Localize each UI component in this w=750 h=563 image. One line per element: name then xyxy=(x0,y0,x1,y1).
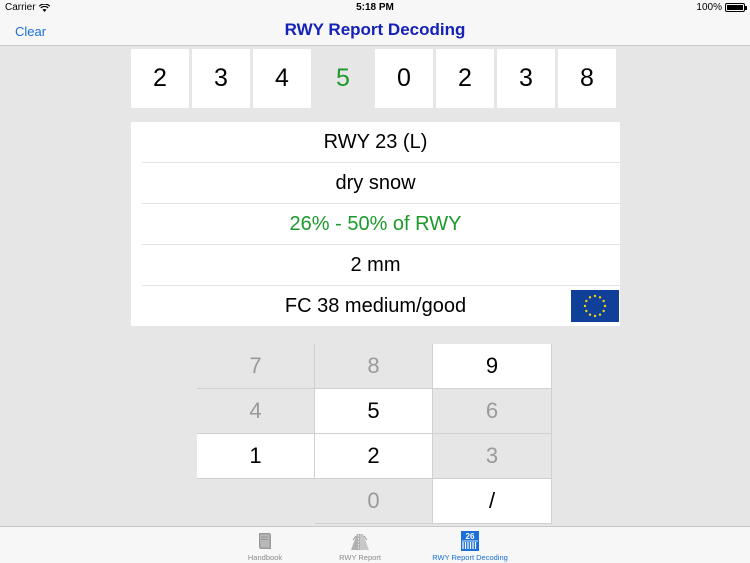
digit-box[interactable]: 4 xyxy=(253,49,311,108)
page-title: RWY Report Decoding xyxy=(284,20,466,39)
digit-box[interactable]: 3 xyxy=(497,49,555,108)
friction-row: FC 38 medium/good xyxy=(142,286,620,327)
friction-coefficient: FC 38 medium/good xyxy=(284,295,467,317)
tab-label: RWY Report xyxy=(339,553,381,562)
digit-box[interactable]: 0 xyxy=(375,49,433,108)
runway-designator: RWY 23 (L) xyxy=(142,122,620,163)
status-right: 100% xyxy=(696,2,747,13)
key-3[interactable]: 3 xyxy=(433,434,552,479)
runway-deposit: dry snow xyxy=(142,163,620,204)
tab-label: Handbook xyxy=(247,553,283,562)
key-4[interactable]: 4 xyxy=(197,389,315,434)
key-1[interactable]: 1 xyxy=(197,434,315,479)
digit-box[interactable]: 2 xyxy=(436,49,494,108)
key-empty xyxy=(197,479,315,524)
digit-box[interactable]: 2 xyxy=(131,49,189,108)
navigation-bar: Clear RWY Report Decoding xyxy=(0,16,750,46)
eu-star xyxy=(603,304,607,308)
key-2[interactable]: 2 xyxy=(315,434,433,479)
eu-star xyxy=(585,309,588,313)
eu-star xyxy=(593,294,597,298)
eu-flag-icon[interactable] xyxy=(571,290,619,322)
digit-box-active[interactable]: 5 xyxy=(314,49,372,108)
svg-text:26: 26 xyxy=(466,532,475,541)
key-5[interactable]: 5 xyxy=(315,389,433,434)
key-6[interactable]: 6 xyxy=(433,389,552,434)
eu-star xyxy=(585,299,588,303)
key-0[interactable]: 0 xyxy=(315,479,433,524)
eu-star xyxy=(602,299,605,303)
battery-percent: 100% xyxy=(696,2,722,13)
tab-handbook[interactable]: Handbook xyxy=(220,530,310,562)
battery-icon xyxy=(725,3,747,12)
key-7[interactable]: 7 xyxy=(197,344,315,389)
tab-rwy-report[interactable]: RWY Report xyxy=(315,530,405,562)
eu-star xyxy=(588,296,592,299)
digit-box[interactable]: 3 xyxy=(192,49,250,108)
deposit-depth: 2 mm xyxy=(142,245,620,286)
eu-star xyxy=(602,309,605,313)
status-bar: Carrier 5:18 PM 100% xyxy=(0,0,750,16)
key-slash[interactable]: / xyxy=(433,479,552,524)
eu-star xyxy=(598,313,602,316)
eu-star xyxy=(583,304,587,308)
eu-star xyxy=(588,313,592,316)
runway-report-icon xyxy=(351,534,369,550)
book-icon xyxy=(259,533,271,549)
key-8[interactable]: 8 xyxy=(315,344,433,389)
runway-coverage: 26% - 50% of RWY xyxy=(142,204,620,245)
tab-label: RWY Report Decoding xyxy=(432,553,508,562)
status-time: 5:18 PM xyxy=(356,2,394,13)
eu-star xyxy=(593,314,597,318)
numeric-keypad: 7 8 9 4 5 6 1 2 3 0 / xyxy=(197,344,552,524)
report-digits: 2 3 4 5 0 2 3 8 xyxy=(131,49,616,108)
tab-rwy-report-decoding[interactable]: 26 RWY Report Decoding xyxy=(425,530,515,562)
calendar-decoding-icon: 26 xyxy=(461,531,479,551)
eu-star xyxy=(598,296,602,299)
key-9[interactable]: 9 xyxy=(433,344,552,389)
tab-bar: Handbook RWY Report 26 RWY Report Decodi… xyxy=(0,526,750,563)
digit-box[interactable]: 8 xyxy=(558,49,616,108)
decoded-report-panel: RWY 23 (L) dry snow 26% - 50% of RWY 2 m… xyxy=(131,122,620,326)
